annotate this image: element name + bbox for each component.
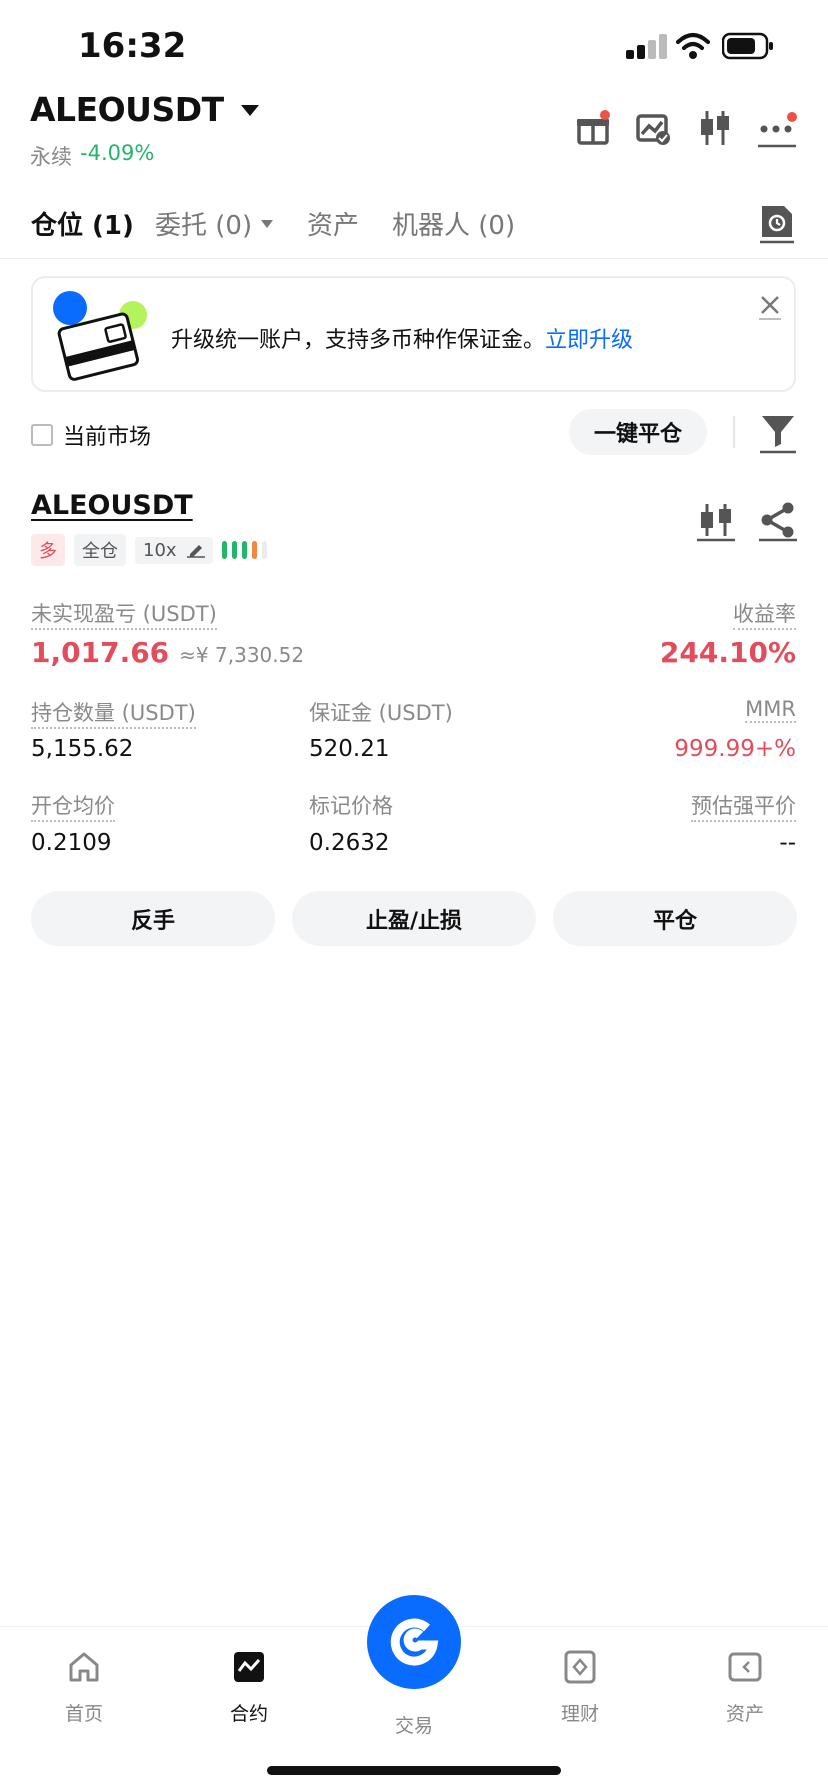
contract-type: 永续 (30, 145, 72, 169)
nav-trade-label: 交易 (394, 1715, 433, 1737)
futures-icon (234, 1652, 264, 1682)
margin-mode-badge: 全仓 (74, 534, 126, 566)
nav-earn-label: 理财 (560, 1703, 599, 1725)
upgrade-banner: 升级统一账户，支持多币种作保证金。立即升级 (31, 276, 796, 392)
tpsl-button[interactable]: 止盈/止损 (292, 891, 536, 946)
home-icon (69, 1652, 99, 1682)
liq-price-value: -- (779, 830, 796, 856)
reverse-button[interactable]: 反手 (31, 891, 275, 946)
mmr-label[interactable]: MMR (745, 697, 796, 723)
tab-positions[interactable]: 仓位 (1) (31, 205, 134, 242)
margin-label: 保证金 (USDT) (309, 701, 453, 725)
current-market-checkbox[interactable] (31, 424, 53, 446)
pnl-value: 1,017.66 (31, 636, 170, 669)
entry-price-label[interactable]: 开仓均价 (31, 790, 115, 822)
pnl-label[interactable]: 未实现盈亏 (USDT) (31, 598, 217, 630)
candlestick-chart-icon[interactable] (698, 110, 732, 146)
roe-label[interactable]: 收益率 (733, 598, 796, 630)
leverage-value: 10x (143, 539, 177, 561)
liq-price-label[interactable]: 预估强平价 (691, 790, 796, 822)
leverage-badge[interactable]: 10x (135, 536, 213, 564)
mark-price-value: 0.2632 (309, 830, 390, 856)
more-icon[interactable] (758, 110, 798, 150)
header-symbol: ALEOUSDT (30, 90, 224, 129)
wallet-icon (728, 1652, 762, 1682)
pnl-row: 1,017.66 ≈¥ 7,330.52 (31, 636, 304, 669)
caret-down-icon (240, 104, 259, 116)
close-icon[interactable] (759, 294, 783, 320)
nav-earn[interactable]: 理财 (538, 1649, 622, 1739)
nav-assets[interactable]: 资产 (703, 1649, 787, 1739)
tab-orders[interactable]: 委托 (0) (155, 205, 274, 242)
entry-price-value: 0.2109 (31, 830, 112, 856)
risk-level-icon (221, 541, 267, 559)
mmr-value: 999.99+% (674, 736, 796, 762)
size-label[interactable]: 持仓数量 (USDT) (31, 697, 196, 729)
position-symbol[interactable]: ALEOUSDT (31, 490, 193, 521)
tab-orders-label: 委托 (0) (155, 211, 253, 241)
gift-icon[interactable] (576, 110, 612, 146)
upgrade-link[interactable]: 立即升级 (545, 328, 633, 353)
symbol-selector[interactable]: ALEOUSDT (30, 90, 260, 129)
current-market-filter[interactable]: 当前市场 (31, 419, 151, 451)
nav-trade[interactable]: 交易 (364, 1595, 464, 1739)
tab-assets[interactable]: 资产 (307, 205, 359, 242)
exchange-logo-icon (390, 1618, 439, 1666)
nav-home-label: 首页 (64, 1703, 103, 1725)
side-badge: 多 (31, 534, 65, 566)
position-tags: 多 全仓 10x (31, 534, 274, 566)
pnl-cny: ≈¥ 7,330.52 (179, 643, 305, 667)
tab-bots[interactable]: 机器人 (0) (392, 205, 515, 242)
margin-value: 520.21 (309, 736, 390, 762)
banner-message: 升级统一账户，支持多币种作保证金。立即升级 (171, 322, 633, 354)
nav-futures[interactable]: 合约 (207, 1649, 291, 1739)
banner-text: 升级统一账户，支持多币种作保证金。 (171, 328, 546, 353)
header-subtitle: 永续 -4.09% (30, 141, 154, 171)
trade-button (367, 1595, 461, 1689)
home-indicator (267, 1766, 561, 1775)
mark-price-label: 标记价格 (309, 794, 393, 818)
candlestick-chart-icon[interactable] (697, 502, 735, 542)
nav-futures-label: 合约 (229, 1703, 268, 1725)
price-alert-icon[interactable] (636, 114, 672, 146)
tab-divider (0, 258, 828, 259)
tab-bar: 仓位 (1) 委托 (0) 资产 机器人 (0) (0, 0, 828, 241)
history-icon[interactable] (760, 204, 794, 244)
price-change: -4.09% (80, 141, 155, 165)
edit-icon (186, 545, 205, 558)
earn-icon (564, 1650, 596, 1684)
share-icon[interactable] (759, 502, 797, 542)
current-market-label: 当前市场 (63, 425, 152, 450)
filter-icon[interactable] (760, 414, 796, 454)
wallet-illustration (53, 291, 147, 381)
close-all-button[interactable]: 一键平仓 (569, 409, 707, 455)
close-position-button[interactable]: 平仓 (553, 891, 797, 946)
nav-assets-label: 资产 (725, 1703, 764, 1725)
caret-down-icon (261, 219, 274, 228)
nav-home[interactable]: 首页 (42, 1649, 126, 1739)
filter-divider (733, 416, 735, 448)
size-value: 5,155.62 (31, 736, 134, 762)
roe-value: 244.10% (659, 636, 796, 669)
